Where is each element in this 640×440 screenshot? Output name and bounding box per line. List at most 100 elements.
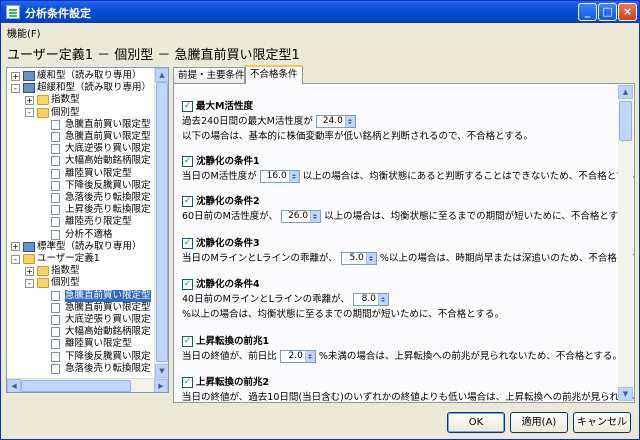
- tree-item[interactable]: 離陸買い限定型: [65, 168, 132, 180]
- panel-scroll-down-icon[interactable]: ▼: [618, 387, 633, 401]
- maximize-button[interactable]: □: [598, 3, 617, 21]
- tree-vertical-scrollbar[interactable]: ▲ ▼: [154, 68, 168, 378]
- threshold-spinbox[interactable]: 2.0: [279, 350, 316, 363]
- collapse-icon[interactable]: -: [11, 83, 20, 93]
- spin-arrows-icon[interactable]: [304, 351, 315, 362]
- threshold-value[interactable]: 26.0: [288, 211, 308, 221]
- tree-item[interactable]: 個別型: [51, 277, 80, 289]
- tab-preconditions[interactable]: 前提・主要条件: [173, 67, 245, 83]
- threshold-spinbox[interactable]: 16.0: [259, 170, 300, 183]
- scroll-left-icon[interactable]: ◀: [7, 379, 21, 392]
- condition-block: ✓ 上昇転換の前兆2 当日の終値が、過去10日間(当日含む)のいずれかの終値よりも低…: [182, 376, 634, 402]
- tree-item[interactable]: 急騰直前買い限定型: [65, 119, 151, 131]
- page-title: ユーザー定義1 － 個別型 － 急騰直前買い限定型1: [7, 48, 300, 63]
- tree-item[interactable]: 下降後反騰買い限定: [65, 180, 151, 192]
- tree-item[interactable]: 大幅高始動銘柄限定: [65, 155, 151, 167]
- tree-item[interactable]: 急騰直前買い限定型: [65, 289, 151, 302]
- tree-item[interactable]: 上昇後売り転換限定: [65, 204, 151, 216]
- doc-icon: [51, 351, 60, 362]
- tree-item[interactable]: 急騰直前買い限定型: [65, 302, 151, 314]
- condition-header[interactable]: ✓ 沈静化の条件3: [182, 237, 618, 251]
- spin-arrows-icon[interactable]: [344, 116, 355, 127]
- collapse-icon[interactable]: -: [25, 278, 34, 288]
- threshold-value[interactable]: 5.0: [349, 253, 363, 263]
- condition-header[interactable]: ✓ 沈静化の条件1: [182, 155, 618, 169]
- condition-header[interactable]: ✓ 沈静化の条件2: [182, 195, 618, 209]
- menu-function[interactable]: 機能(F): [7, 25, 41, 40]
- hscroll-thumb[interactable]: [21, 380, 131, 392]
- condition-checkbox[interactable]: ✓: [182, 101, 193, 112]
- condition-checkbox[interactable]: ✓: [182, 196, 193, 207]
- ok-button[interactable]: OK: [447, 412, 505, 433]
- folder-icon: [37, 278, 49, 289]
- tree-item[interactable]: 離陸売り限定型: [65, 216, 132, 228]
- threshold-value[interactable]: 2.0: [288, 351, 302, 361]
- tree-item[interactable]: ユーザー定義1: [37, 253, 100, 265]
- minimize-button[interactable]: _: [578, 3, 597, 21]
- close-button[interactable]: ×: [618, 3, 637, 21]
- condition-header[interactable]: ✓ 最大M活性度: [182, 100, 618, 114]
- tree-item[interactable]: 指数型: [51, 94, 80, 106]
- folder-icon: [37, 266, 49, 277]
- condition-checkbox[interactable]: ✓: [182, 156, 193, 167]
- spin-arrows-icon[interactable]: [365, 253, 376, 264]
- condition-header[interactable]: ✓ 上昇転換の前兆2: [182, 376, 618, 390]
- tree-item[interactable]: 離陸買い限定型: [65, 338, 132, 350]
- tab-rejection-conditions[interactable]: 不合格条件: [245, 65, 303, 84]
- doc-icon: [51, 229, 60, 240]
- tree-item[interactable]: 急落後売り転換限定: [65, 192, 151, 204]
- threshold-value[interactable]: 8.0: [362, 294, 376, 304]
- condition-checkbox[interactable]: ✓: [182, 238, 193, 249]
- title-bar[interactable]: 分析条件設定 _ □ ×: [1, 1, 639, 23]
- condition-checkbox[interactable]: ✓: [182, 279, 193, 290]
- expand-icon[interactable]: +: [25, 95, 34, 105]
- apply-button[interactable]: 適用(A): [510, 412, 568, 433]
- condition-checkbox[interactable]: ✓: [182, 377, 193, 388]
- condition-text-pre: %以上の場合は、均衡状態に至るまでの期間が短いために、不合格とする。: [182, 309, 504, 320]
- expand-icon[interactable]: +: [25, 266, 34, 276]
- threshold-value[interactable]: 24.0: [323, 116, 343, 126]
- condition-header[interactable]: ✓ 沈静化の条件4: [182, 278, 618, 292]
- condition-header[interactable]: ✓ 上昇転換の前兆1: [182, 335, 618, 349]
- doc-icon: [51, 119, 60, 130]
- threshold-value[interactable]: 16.0: [267, 171, 287, 181]
- condition-title: 沈静化の条件4: [196, 279, 260, 290]
- expand-icon[interactable]: +: [11, 71, 20, 81]
- panel-scroll-thumb[interactable]: [619, 101, 632, 141]
- threshold-spinbox[interactable]: 5.0: [340, 252, 377, 265]
- tree-item[interactable]: 超緩和型（読み取り専用）: [37, 82, 151, 94]
- condition-text-pre: 当日のM活性度が: [182, 171, 257, 182]
- tree-item[interactable]: 緩和型（読み取り専用）: [37, 70, 142, 82]
- tree-item[interactable]: 大底逆張り買い限定: [65, 314, 151, 326]
- condition-checkbox[interactable]: ✓: [182, 336, 193, 347]
- spin-arrows-icon[interactable]: [310, 211, 321, 222]
- tree-item[interactable]: 急騰直前買い限定型: [65, 131, 151, 143]
- collapse-icon[interactable]: -: [25, 108, 34, 118]
- scroll-right-icon[interactable]: ▶: [154, 379, 168, 392]
- threshold-spinbox[interactable]: 26.0: [281, 210, 322, 223]
- tree-item[interactable]: 指数型: [51, 265, 80, 277]
- panel-vertical-scrollbar[interactable]: ▲ ▼: [618, 85, 633, 401]
- cancel-button[interactable]: キャンセル: [573, 412, 631, 433]
- tree-item[interactable]: 標準型（読み取り専用）: [37, 241, 142, 253]
- expand-icon[interactable]: +: [11, 242, 20, 252]
- spin-arrows-icon[interactable]: [288, 171, 299, 182]
- tree-item[interactable]: 下降後反騰買い限定: [65, 351, 151, 363]
- tree-item[interactable]: 大底逆張り買い限定: [65, 143, 151, 155]
- tree-horizontal-scrollbar[interactable]: ◀ ▶: [7, 378, 168, 392]
- threshold-spinbox[interactable]: 8.0: [352, 293, 389, 306]
- tree-item[interactable]: 大幅高始動銘柄限定: [65, 326, 151, 338]
- scroll-up-icon[interactable]: ▲: [155, 68, 168, 82]
- condition-tree[interactable]: 急落後売り転換限定 下降後反騰買い限定 離陸買い限定型 大幅高始動銘柄限定 大底逆張り買…: [6, 67, 169, 393]
- panel-scroll-up-icon[interactable]: ▲: [618, 85, 633, 99]
- scroll-down-icon[interactable]: ▼: [155, 364, 168, 378]
- collapse-icon[interactable]: -: [11, 254, 20, 264]
- tree-item[interactable]: 個別型: [51, 107, 80, 119]
- tree-item[interactable]: 分析不適格: [65, 229, 113, 241]
- folder-icon: [23, 254, 35, 264]
- spin-arrows-icon[interactable]: [377, 294, 388, 305]
- threshold-spinbox[interactable]: 24.0: [315, 115, 356, 128]
- scroll-thumb[interactable]: [156, 82, 168, 362]
- doc-icon: [51, 168, 60, 179]
- tree-item[interactable]: 急落後売り転換限定: [65, 363, 151, 375]
